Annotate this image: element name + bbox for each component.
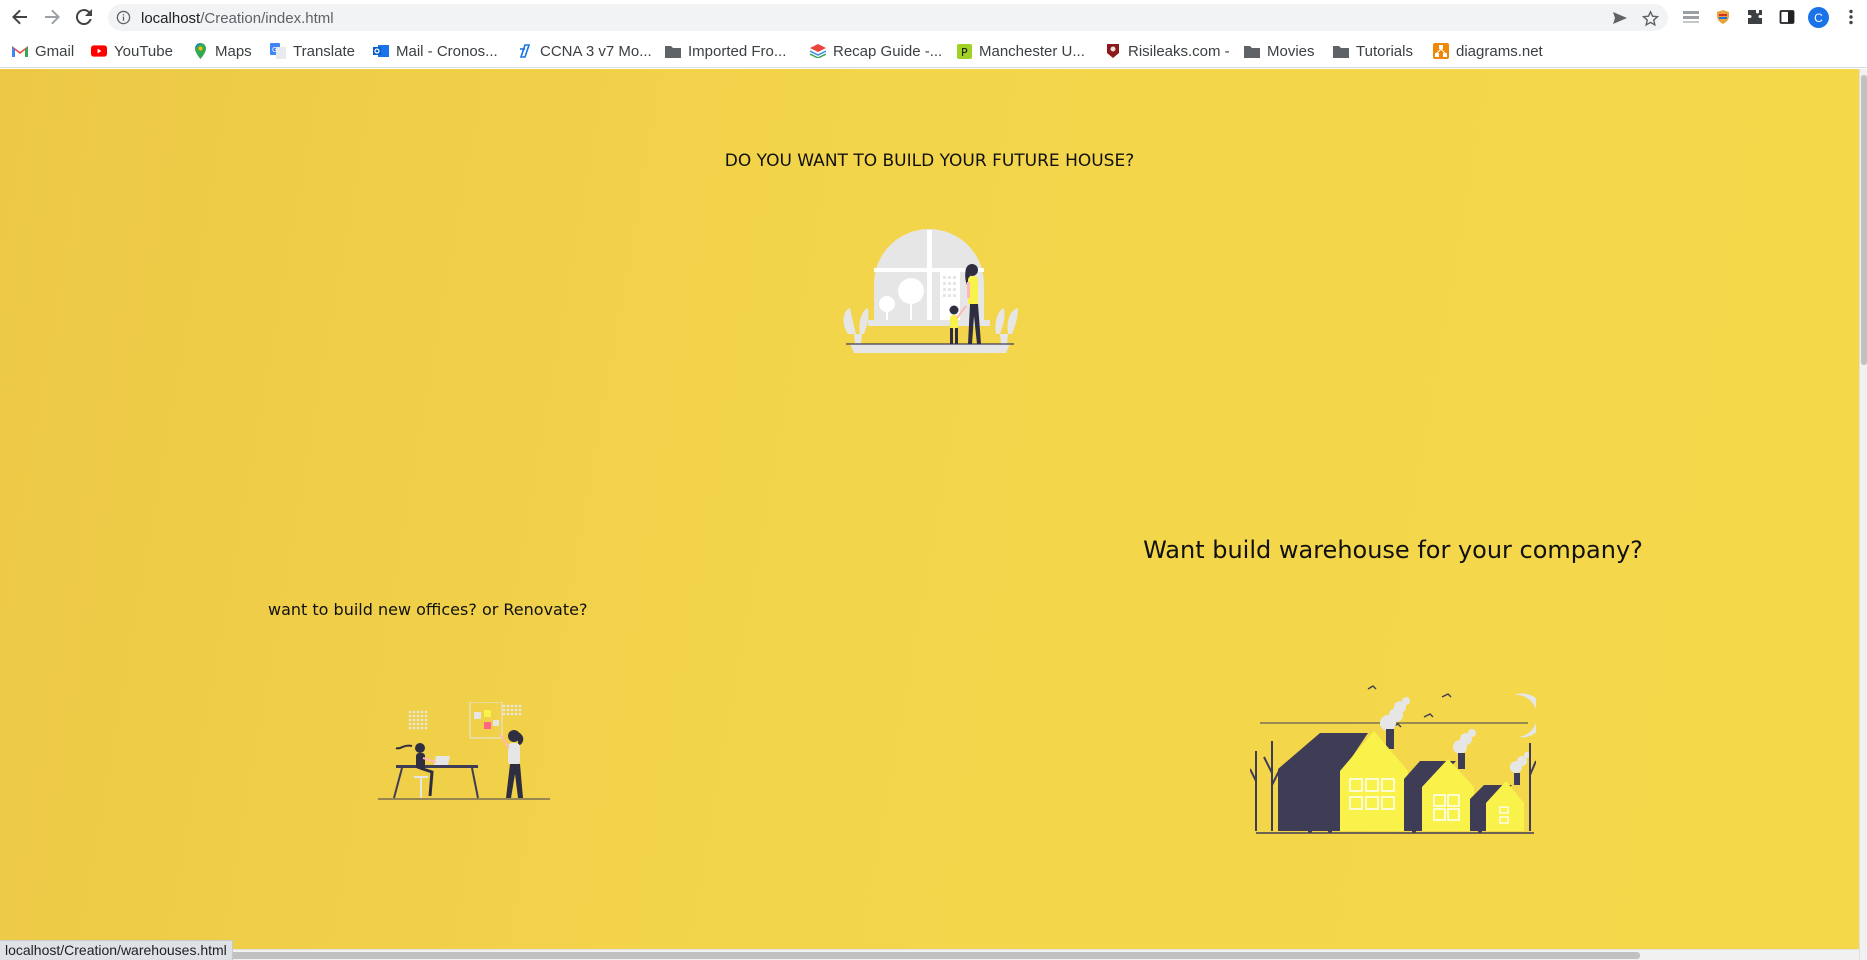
bookmark-label: Translate — [293, 42, 355, 60]
bookmark-imported[interactable]: Imported Fro... — [665, 41, 786, 61]
bookmark-youtube[interactable]: YouTube — [91, 41, 173, 61]
translate-icon: G — [270, 43, 286, 59]
bookmark-movies[interactable]: Movies — [1244, 41, 1315, 61]
bookmarks-bar: Gmail YouTube Maps G Translate Mail - Cr… — [0, 34, 1867, 68]
vertical-scrollbar[interactable] — [1859, 69, 1867, 960]
folder-icon — [665, 43, 681, 59]
url-text[interactable]: localhost/Creation/index.html — [141, 10, 334, 27]
bookmark-risileaks[interactable]: Risileaks.com - — [1105, 41, 1230, 61]
site-info-icon[interactable] — [116, 10, 131, 30]
bookmark-ccna[interactable]: CCNA 3 v7 Mo... — [517, 41, 652, 61]
house-heading: DO YOU WANT TO BUILD YOUR FUTURE HOUSE? — [724, 151, 1135, 171]
bookmark-tutorials[interactable]: Tutorials — [1333, 41, 1413, 61]
profile-avatar[interactable]: C — [1808, 7, 1829, 28]
office-illustration[interactable] — [378, 701, 550, 807]
folder-icon — [1333, 43, 1349, 59]
risileaks-icon — [1105, 43, 1121, 59]
bookmark-label: Tutorials — [1356, 42, 1413, 60]
bookmark-label: Manchester U... — [979, 42, 1085, 60]
browser-toolbar: localhost/Creation/index.html C — [0, 0, 1867, 34]
maps-icon — [192, 43, 208, 59]
bookmark-mail-cronos[interactable]: Mail - Cronos... — [373, 41, 498, 61]
bookmark-label: diagrams.net — [1456, 42, 1543, 60]
bookmark-star-icon[interactable] — [1640, 8, 1660, 28]
back-icon[interactable] — [8, 5, 32, 29]
house-illustration[interactable] — [836, 226, 1022, 361]
horizontal-scroll-thumb[interactable] — [10, 952, 1640, 959]
bookmark-label: Recap Guide -... — [833, 42, 943, 60]
vertical-scroll-thumb[interactable] — [1861, 75, 1867, 365]
warehouse-illustration[interactable] — [1249, 681, 1545, 846]
reload-icon[interactable] — [72, 5, 96, 29]
horizontal-scrollbar[interactable] — [0, 949, 1859, 960]
diagrams-icon — [1433, 43, 1449, 59]
bookmark-gmail[interactable]: Gmail — [12, 41, 74, 61]
link-status-bar: localhost/Creation/warehouses.html — [0, 940, 233, 960]
folder-icon — [1244, 43, 1260, 59]
bookmark-label: CCNA 3 v7 Mo... — [540, 42, 652, 60]
bookmark-translate[interactable]: G Translate — [270, 41, 355, 61]
warehouse-heading: Want build warehouse for your company? — [1143, 536, 1643, 564]
manchester-icon: P — [956, 43, 972, 59]
bookmark-label: Maps — [215, 42, 252, 60]
bookmark-label: Mail - Cronos... — [396, 42, 498, 60]
gmail-icon — [12, 43, 28, 59]
avatar-letter: C — [1814, 10, 1823, 25]
svg-text:G: G — [272, 46, 277, 54]
url-host: localhost — [141, 10, 201, 27]
youtube-icon — [91, 43, 107, 59]
bookmark-label: Gmail — [35, 42, 75, 60]
bookmark-label: YouTube — [114, 42, 173, 60]
tab-search-icon[interactable] — [1680, 6, 1702, 28]
outlook-icon — [373, 43, 389, 59]
recap-icon — [810, 43, 826, 59]
forward-icon[interactable] — [40, 5, 64, 29]
extensions-puzzle-icon[interactable] — [1744, 6, 1766, 28]
send-tab-icon[interactable] — [1610, 8, 1630, 28]
page-content: DO YOU WANT TO BUILD YOUR FUTURE HOUSE? — [0, 69, 1859, 949]
bookmark-diagrams[interactable]: diagrams.net — [1433, 41, 1543, 61]
office-heading: want to build new offices? or Renovate? — [268, 600, 588, 619]
bookmark-manchester[interactable]: P Manchester U... — [956, 41, 1085, 61]
bookmark-recap-guide[interactable]: Recap Guide -... — [810, 41, 942, 61]
ccna-icon — [517, 43, 533, 59]
svg-text:P: P — [961, 46, 968, 59]
bookmark-maps[interactable]: Maps — [192, 41, 252, 61]
reading-list-icon[interactable] — [1776, 6, 1798, 28]
address-bar[interactable]: localhost/Creation/index.html — [108, 4, 1668, 31]
extension-shield-icon[interactable] — [1712, 6, 1734, 28]
url-path: /Creation/index.html — [200, 10, 334, 27]
bookmark-label: Imported Fro... — [688, 42, 787, 60]
menu-kebab-icon[interactable] — [1840, 6, 1862, 28]
bookmark-label: Risileaks.com - — [1128, 42, 1230, 60]
bookmark-label: Movies — [1267, 42, 1315, 60]
